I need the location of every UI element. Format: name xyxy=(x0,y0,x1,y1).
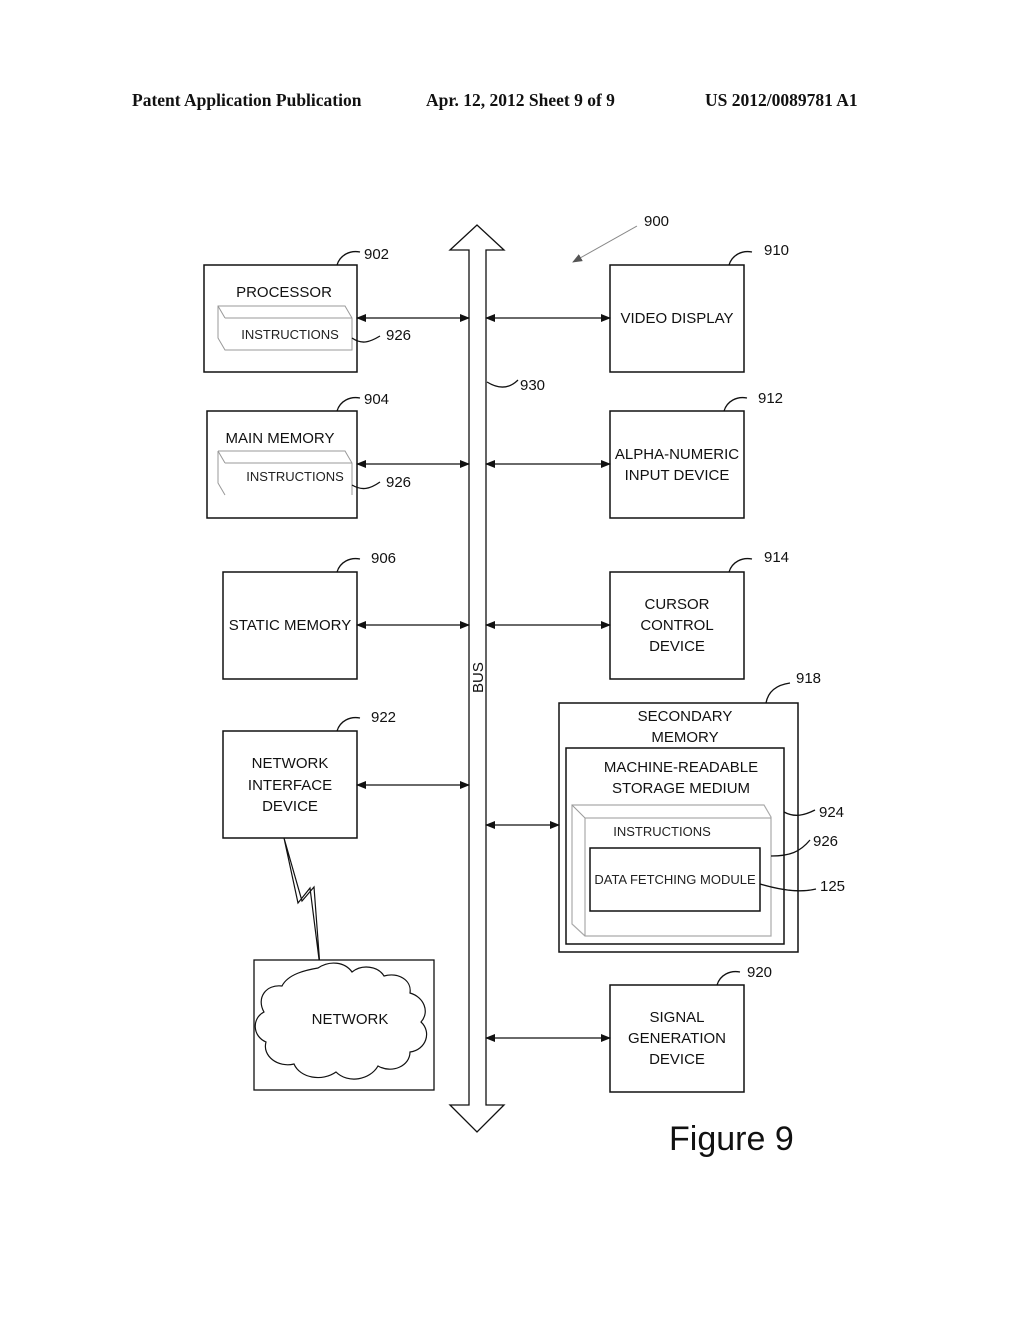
machine-readable-storage-medium: MACHINE-READABLE STORAGE MEDIUM 924 INST… xyxy=(565,747,845,945)
svg-text:MACHINE-READABLE: MACHINE-READABLE xyxy=(604,759,758,776)
svg-text:912: 912 xyxy=(758,390,783,407)
svg-text:INTERFACE: INTERFACE xyxy=(248,777,332,794)
svg-text:125: 125 xyxy=(820,878,845,895)
svg-text:SECONDARY: SECONDARY xyxy=(638,708,733,725)
svg-text:900: 900 xyxy=(644,213,669,230)
svg-text:CONTROL: CONTROL xyxy=(640,617,713,634)
svg-text:926: 926 xyxy=(813,833,838,850)
network-block: NETWORK xyxy=(253,959,435,1091)
figure-9-diagram: 900 BUS 930 PROCESSOR INSTRUCTIONS 902 9… xyxy=(203,213,845,1158)
processor-block: PROCESSOR INSTRUCTIONS 902 926 xyxy=(203,246,411,373)
svg-text:ALPHA-NUMERIC: ALPHA-NUMERIC xyxy=(615,446,739,463)
svg-text:914: 914 xyxy=(764,549,789,566)
svg-text:910: 910 xyxy=(764,242,789,259)
svg-text:DEVICE: DEVICE xyxy=(649,638,705,655)
svg-text:904: 904 xyxy=(364,391,389,408)
svg-text:902: 902 xyxy=(364,246,389,263)
main-memory-block: MAIN MEMORY INSTRUCTIONS 904 926 xyxy=(206,391,411,519)
svg-text:INSTRUCTIONS: INSTRUCTIONS xyxy=(241,327,339,342)
svg-text:922: 922 xyxy=(371,709,396,726)
svg-text:NETWORK: NETWORK xyxy=(252,755,329,772)
svg-text:906: 906 xyxy=(371,550,396,567)
figure-title: Figure 9 xyxy=(669,1120,794,1158)
svg-text:918: 918 xyxy=(796,670,821,687)
bus-ref: 930 xyxy=(520,377,545,394)
svg-text:INSTRUCTIONS: INSTRUCTIONS xyxy=(613,824,711,839)
svg-text:MEMORY: MEMORY xyxy=(651,729,718,746)
svg-text:NETWORK: NETWORK xyxy=(312,1011,389,1028)
svg-text:DEVICE: DEVICE xyxy=(262,798,318,815)
svg-text:PROCESSOR: PROCESSOR xyxy=(236,284,332,301)
bus-label: BUS xyxy=(470,662,487,693)
svg-text:DATA FETCHING MODULE: DATA FETCHING MODULE xyxy=(594,872,756,887)
network-interface-device-block: NETWORK INTERFACE DEVICE 922 xyxy=(222,709,396,839)
static-memory-block: STATIC MEMORY 906 xyxy=(222,550,396,680)
wireless-link-icon xyxy=(283,837,321,968)
svg-text:INSTRUCTIONS: INSTRUCTIONS xyxy=(246,469,344,484)
svg-text:STATIC MEMORY: STATIC MEMORY xyxy=(229,617,352,634)
alpha-numeric-input-device-block: ALPHA-NUMERIC INPUT DEVICE 912 xyxy=(609,390,783,519)
svg-text:MAIN MEMORY: MAIN MEMORY xyxy=(226,430,335,447)
svg-text:SIGNAL: SIGNAL xyxy=(649,1009,704,1026)
bus: BUS 930 xyxy=(448,224,545,1133)
svg-text:920: 920 xyxy=(747,964,772,981)
svg-text:INPUT DEVICE: INPUT DEVICE xyxy=(625,467,730,484)
system-reference: 900 xyxy=(572,213,669,263)
svg-text:926: 926 xyxy=(386,474,411,491)
svg-text:STORAGE MEDIUM: STORAGE MEDIUM xyxy=(612,780,750,797)
video-display-block: VIDEO DISPLAY 910 xyxy=(609,242,789,373)
svg-text:GENERATION: GENERATION xyxy=(628,1030,726,1047)
data-fetching-module: DATA FETCHING MODULE 125 xyxy=(589,847,845,912)
svg-text:CURSOR: CURSOR xyxy=(644,596,709,613)
svg-text:926: 926 xyxy=(386,327,411,344)
svg-text:VIDEO DISPLAY: VIDEO DISPLAY xyxy=(620,310,733,327)
cursor-control-device-block: CURSOR CONTROL DEVICE 914 xyxy=(609,549,789,680)
signal-generation-device-block: SIGNAL GENERATION DEVICE 920 xyxy=(609,964,772,1093)
svg-text:DEVICE: DEVICE xyxy=(649,1051,705,1068)
secondary-memory-block: SECONDARY MEMORY 918 MACHINE-READABLE ST… xyxy=(558,670,845,953)
svg-text:924: 924 xyxy=(819,804,844,821)
